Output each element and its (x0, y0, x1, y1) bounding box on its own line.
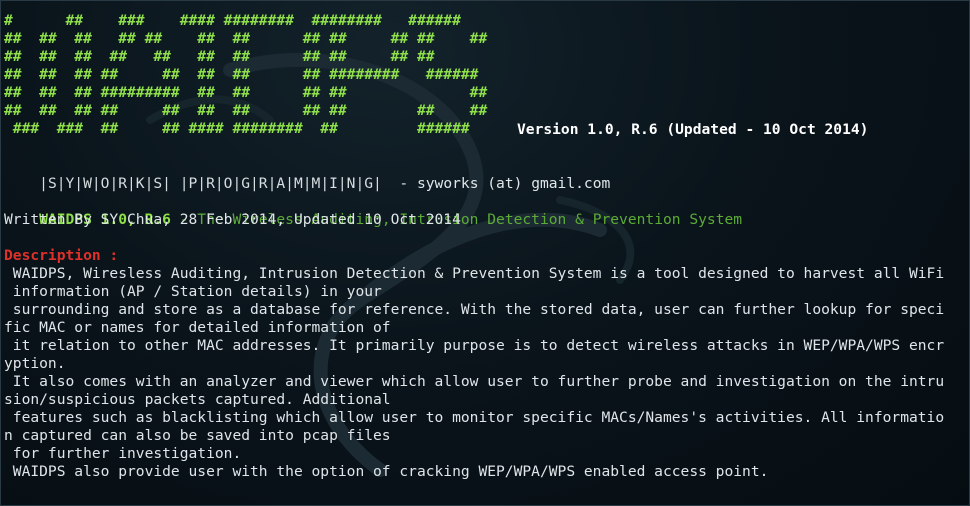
description-line: sion/suspicious packets captured. Additi… (4, 391, 391, 408)
syworks-programming-line: |S|Y|W|O|R|K|S| |P|R|O|G|R|A|M|M|I|N|G| … (4, 157, 610, 192)
description-line: it relation to other MAC addresses. It p… (4, 337, 945, 354)
description-line: for further investigation. (4, 445, 242, 462)
description-line: It also comes with an analyzer and viewe… (4, 373, 945, 390)
description-line: features such as blacklisting which allo… (4, 409, 945, 426)
contact-email: - syworks (at) gmail.com (381, 175, 611, 192)
description-line: fic MAC or names for detailed informatio… (4, 319, 391, 336)
banner-line: ## ## ## ## ## ## ## ## ## ## ## (4, 48, 435, 65)
banner-line: ### ### ## ## #### ######## ## ###### (4, 120, 470, 137)
description-line: yption. (4, 355, 66, 372)
app-title-line: WAIDPS 1.0, R.6 - The Wireless Auditing,… (4, 193, 742, 228)
banner-line: ## ## ## ## ## ## ## ## ## ## ## ## (4, 30, 488, 47)
description-line: surrounding and store as a database for … (4, 301, 945, 318)
description-heading: Description : (4, 247, 119, 264)
description-line: WAIDPS also provide user with the option… (4, 463, 769, 480)
description-line: information (AP / Station details) in yo… (4, 283, 382, 300)
banner-line: ## ## ## ## ## ## ## ## ######## ###### (4, 66, 479, 83)
banner-line: ## ## ## ######### ## ## ## ## ## (4, 84, 488, 101)
description-line: WAIDPS, Wiresless Auditing, Intrusion De… (4, 265, 945, 282)
version-text: Version 1.0, R.6 (Updated - 10 Oct 2014) (517, 121, 869, 138)
syworks-programming-label: |S|Y|W|O|R|K|S| |P|R|O|G|R|A|M|M|I|N|G| (39, 175, 382, 192)
terminal-window[interactable]: # ## ### #### ######## ######## ###### #… (0, 0, 970, 506)
description-line: n captured can also be saved into pcap f… (4, 427, 391, 444)
written-by-text: Written By SY Chua, 28 Feb 2014, Updated… (4, 211, 461, 228)
banner-line: # ## ### #### ######## ######## ###### (4, 12, 461, 29)
banner-line: ## ## ## ## ## ## ## ## ## ## ## (4, 102, 488, 119)
